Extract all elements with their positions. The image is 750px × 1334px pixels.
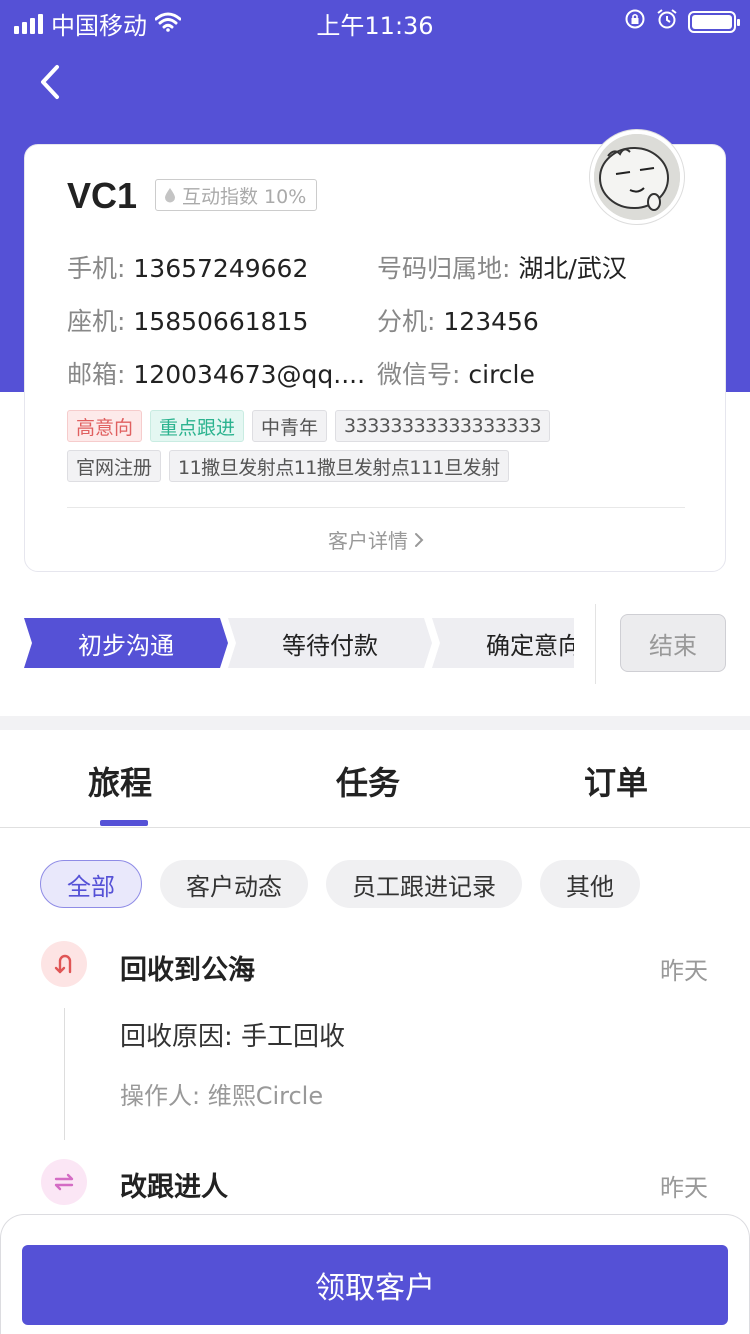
customer-detail-link[interactable]: 客户详情	[25, 525, 727, 554]
timeline-connector	[64, 1008, 65, 1140]
end-stage-button[interactable]: 结束	[620, 614, 726, 672]
tag: 重点跟进	[150, 410, 245, 442]
wechat-row: 微信号: circle	[377, 360, 535, 389]
timeline-title: 改跟进人	[120, 1172, 228, 1203]
region-row: 号码归属地: 湖北/武汉	[377, 254, 627, 283]
interaction-index-badge: 互动指数 10%	[155, 179, 318, 211]
timeline-reason: 回收原因: 手工回收	[120, 1022, 346, 1052]
tab-indicator	[100, 820, 148, 826]
mobile-row: 手机: 13657249662	[67, 254, 309, 283]
timeline-title: 回收到公海	[120, 955, 255, 986]
tag: 高意向	[67, 410, 143, 442]
tab-journey[interactable]: 旅程	[88, 758, 152, 804]
timeline-time: 昨天	[660, 957, 708, 985]
tab-orders[interactable]: 订单	[584, 758, 648, 804]
customer-name: VC1	[67, 175, 138, 216]
u-turn-icon	[41, 941, 87, 987]
tag-row-2: 官网注册 11撒旦发射点11撒旦发射点111旦发射	[67, 450, 697, 482]
tag: 33333333333333333	[335, 410, 551, 442]
filter-all[interactable]: 全部	[40, 860, 142, 908]
stage-item[interactable]: 等待付款	[228, 618, 432, 668]
filter-chips: 全部 客户动态 员工跟进记录 其他	[40, 860, 640, 908]
card-divider	[67, 507, 685, 508]
landline-row: 座机: 15850661815	[67, 307, 309, 336]
section-separator	[0, 716, 750, 730]
tag: 11撒旦发射点11撒旦发射点111旦发射	[169, 450, 509, 482]
back-button[interactable]	[30, 60, 70, 104]
alarm-icon	[656, 8, 678, 36]
stage-progress: 初步沟通 等待付款 确定意向	[24, 618, 574, 668]
email-row: 邮箱: 120034673@qq....	[67, 360, 366, 389]
battery-icon	[688, 11, 740, 33]
landline-value[interactable]: 15850661815	[133, 307, 308, 336]
tab-bar: 旅程 任务 订单	[0, 730, 750, 828]
swap-arrows-icon	[41, 1159, 87, 1205]
filter-staff-records[interactable]: 员工跟进记录	[326, 860, 522, 908]
interaction-index-label: 互动指数 10%	[182, 185, 307, 208]
tag: 官网注册	[67, 450, 162, 482]
stage-item[interactable]: 确定意向	[432, 618, 574, 668]
avatar-image	[594, 134, 680, 220]
chevron-right-icon	[415, 532, 424, 547]
tab-tasks[interactable]: 任务	[336, 758, 400, 804]
extension-row: 分机: 123456	[377, 307, 539, 336]
email-value[interactable]: 120034673@qq....	[133, 360, 365, 389]
tag: 中青年	[252, 410, 328, 442]
status-bar: 中国移动 上午11:36	[0, 0, 750, 40]
filter-customer-activity[interactable]: 客户动态	[160, 860, 308, 908]
mobile-value[interactable]: 13657249662	[133, 254, 308, 283]
stage-divider	[595, 604, 596, 684]
tag-row-1: 高意向 重点跟进 中青年 33333333333333333	[67, 410, 697, 442]
stage-item-active[interactable]: 初步沟通	[24, 618, 228, 668]
claim-customer-button[interactable]: 领取客户	[22, 1245, 728, 1325]
chevron-left-icon	[41, 65, 59, 99]
drop-icon	[165, 188, 175, 203]
timeline-operator: 操作人: 维熙Circle	[120, 1082, 324, 1110]
rotation-lock-icon	[624, 8, 646, 36]
extension-value: 123456	[443, 307, 539, 336]
avatar[interactable]	[590, 130, 684, 224]
wechat-value: circle	[468, 360, 535, 389]
filter-other[interactable]: 其他	[540, 860, 640, 908]
timeline-time: 昨天	[660, 1174, 708, 1202]
region-value: 湖北/武汉	[518, 254, 627, 283]
